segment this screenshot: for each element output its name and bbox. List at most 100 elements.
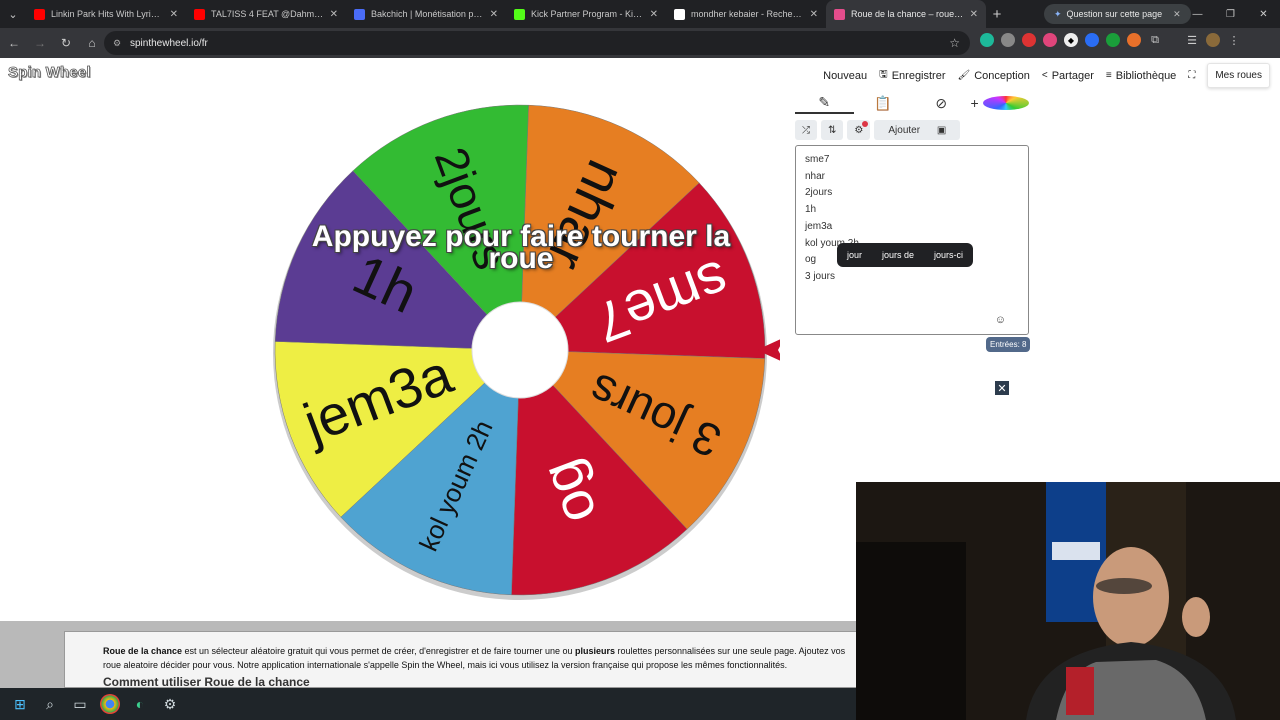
close-icon[interactable]: ✕: [1173, 9, 1181, 20]
nav-icon: 🖌: [957, 70, 971, 81]
extension-icon[interactable]: ◆: [1064, 33, 1078, 47]
extension-icon[interactable]: [1106, 33, 1120, 47]
close-icon[interactable]: ✕: [995, 381, 1009, 395]
home-button[interactable]: ⌂: [80, 31, 104, 55]
editor-tabs: ✎ 📋 ⊘ +: [795, 92, 1029, 114]
hide-eye-icon[interactable]: ⊘: [912, 92, 971, 114]
url-text: spinthewheel.io/fr: [130, 37, 208, 49]
gemini-button[interactable]: ✦ Question sur cette page ✕: [1044, 4, 1191, 24]
description-card: Roue de la chance est un sélecteur aléat…: [64, 631, 860, 689]
webcam-image: [856, 482, 1280, 720]
tab-favicon-icon: [354, 8, 365, 20]
new-tab-button[interactable]: +: [986, 6, 1008, 23]
wheel-center-hub[interactable]: [471, 301, 569, 399]
extension-icon[interactable]: [980, 33, 994, 47]
suggestion-item[interactable]: jour: [847, 250, 862, 260]
site-logo[interactable]: Spin Wheel: [8, 64, 91, 82]
tab-close-icon[interactable]: ✕: [650, 9, 658, 20]
browser-tab[interactable]: Roue de la chance – roue aléato ✕: [826, 0, 986, 28]
extension-icon[interactable]: [1085, 33, 1099, 47]
add-button-label: Ajouter: [881, 120, 928, 140]
task-view-icon[interactable]: ▭: [70, 694, 90, 714]
description-paragraph: Roue de la chance est un sélecteur aléat…: [103, 646, 846, 656]
tab-close-icon[interactable]: ✕: [810, 9, 818, 20]
tab-close-icon[interactable]: ✕: [330, 9, 338, 20]
entry-line: sme7: [805, 154, 830, 165]
nav-item-5[interactable]: ⛶: [1188, 70, 1195, 81]
edge-icon[interactable]: ◐: [130, 694, 150, 714]
suggestion-item[interactable]: jours de: [882, 250, 914, 260]
browser-tab[interactable]: TAL7ISS 4 FEAT @Dahmaa & @ ✕: [186, 0, 346, 28]
forward-button[interactable]: →: [28, 31, 52, 55]
address-bar[interactable]: ⚙ spinthewheel.io/fr ☆: [104, 31, 970, 55]
tab-close-icon[interactable]: ✕: [490, 9, 498, 20]
tab-close-icon[interactable]: ✕: [170, 9, 178, 20]
extensions-puzzle-icon[interactable]: ⧉: [1148, 33, 1162, 47]
nav-icon: <: [1041, 70, 1048, 81]
emoji-icon[interactable]: ☺: [995, 314, 1006, 326]
tab-close-icon[interactable]: ✕: [970, 9, 978, 20]
entry-line: 1h: [805, 204, 817, 216]
description-paragraph-2: roue aleatoire décider pour vous. Notre …: [103, 659, 788, 670]
windows-start-icon[interactable]: ⊞: [10, 694, 30, 714]
add-color-wheel-icon[interactable]: +: [971, 92, 1029, 114]
gemini-icon: ✦: [1054, 8, 1062, 19]
nav-item-2[interactable]: 🖌 Conception: [958, 70, 1030, 82]
browser-tab[interactable]: Kick Partner Program - Kick Das ✕: [506, 0, 666, 28]
edit-pencil-icon[interactable]: ✎: [795, 92, 854, 114]
shuffle-button[interactable]: ⤮: [795, 120, 817, 140]
search-icon[interactable]: ⌕: [40, 694, 60, 714]
my-wheels-button[interactable]: Mes roues: [1207, 63, 1270, 88]
tab-title: Roue de la chance – roue aléato: [851, 9, 964, 19]
image-icon: ▣: [929, 120, 954, 140]
window-controls: — ❐ ✕: [1181, 0, 1280, 28]
browser-tab[interactable]: mondher kebaier - Recherche G ✕: [666, 0, 826, 28]
extension-icon[interactable]: [1043, 33, 1057, 47]
reading-list-icon[interactable]: ☰: [1185, 33, 1199, 47]
spin-wheel[interactable]: nharsme73 joursogkol youm 2hjem3a1h2jour…: [260, 98, 780, 618]
top-nav-items: Nouveau 🖫 Enregistrer 🖌 Conception < Partager ≡…: [823, 67, 1195, 84]
nav-label: Enregistrer: [891, 69, 946, 82]
camera-extension-icon[interactable]: [1001, 33, 1015, 47]
chrome-icon[interactable]: [100, 694, 120, 714]
reload-button[interactable]: ↻: [54, 31, 78, 55]
settings-gear-icon[interactable]: ⚙: [160, 694, 180, 714]
clipboard-icon[interactable]: 📋: [854, 92, 913, 114]
nav-item-4[interactable]: ≡ Bibliothèque: [1106, 70, 1176, 82]
site-info-icon[interactable]: ⚙: [113, 38, 121, 49]
nav-item-3[interactable]: < Partager: [1042, 70, 1094, 82]
suggestion-item[interactable]: jours-ci: [934, 250, 963, 260]
back-button[interactable]: ←: [2, 31, 26, 55]
nav-item-0[interactable]: Nouveau: [823, 70, 867, 82]
bookmark-star-icon[interactable]: ☆: [949, 36, 960, 50]
entries-textarea[interactable]: sme7 nhar 2jours 1h jem3a kol youm 2h og 3 jour…: [795, 145, 1029, 335]
sort-button[interactable]: ⇅: [821, 120, 844, 140]
editor-buttons: ⤮ ⇅ ⚙ Ajouter ▣: [795, 120, 961, 140]
add-image-button[interactable]: Ajouter ▣: [874, 120, 961, 140]
tab-title: mondher kebaier - Recherche G: [691, 9, 804, 19]
close-window-button[interactable]: ✕: [1247, 0, 1280, 28]
tab-search-button[interactable]: ⌄: [0, 0, 26, 28]
tab-title: Linkin Park Hits With Lyrics | Nu: [51, 9, 164, 19]
nav-label: Nouveau: [823, 69, 868, 82]
tab-favicon-icon: [34, 8, 45, 20]
extension-icon[interactable]: [1127, 33, 1141, 47]
description-section: Roue de la chance est un sélecteur aléat…: [0, 621, 860, 689]
browser-tab-strip: ⌄ Linkin Park Hits With Lyrics | Nu✕TAL7…: [0, 0, 1280, 28]
settings-gear-button[interactable]: ⚙: [847, 120, 871, 140]
tab-favicon-icon: [514, 8, 525, 20]
nav-label: Bibliothèque: [1115, 69, 1177, 82]
nav-item-1[interactable]: 🖫 Enregistrer: [879, 67, 945, 84]
color-wheel-icon: [982, 96, 1029, 110]
chrome-menu-icon[interactable]: ⋮: [1227, 33, 1241, 47]
tab-favicon-icon: [834, 8, 845, 20]
extensions-bar: ◆ ⧉ ☰ ⋮: [980, 33, 1241, 47]
browser-tab[interactable]: Bakchich | Monétisation pour le ✕: [346, 0, 506, 28]
minimize-button[interactable]: —: [1181, 0, 1214, 28]
profile-avatar[interactable]: [1206, 33, 1220, 47]
restore-button[interactable]: ❐: [1214, 0, 1247, 28]
browser-tab[interactable]: Linkin Park Hits With Lyrics | Nu ✕: [26, 0, 186, 28]
entry-line: jem3a: [805, 220, 833, 232]
nav-label: Conception: [974, 69, 1030, 82]
extension-icon[interactable]: [1022, 33, 1036, 47]
